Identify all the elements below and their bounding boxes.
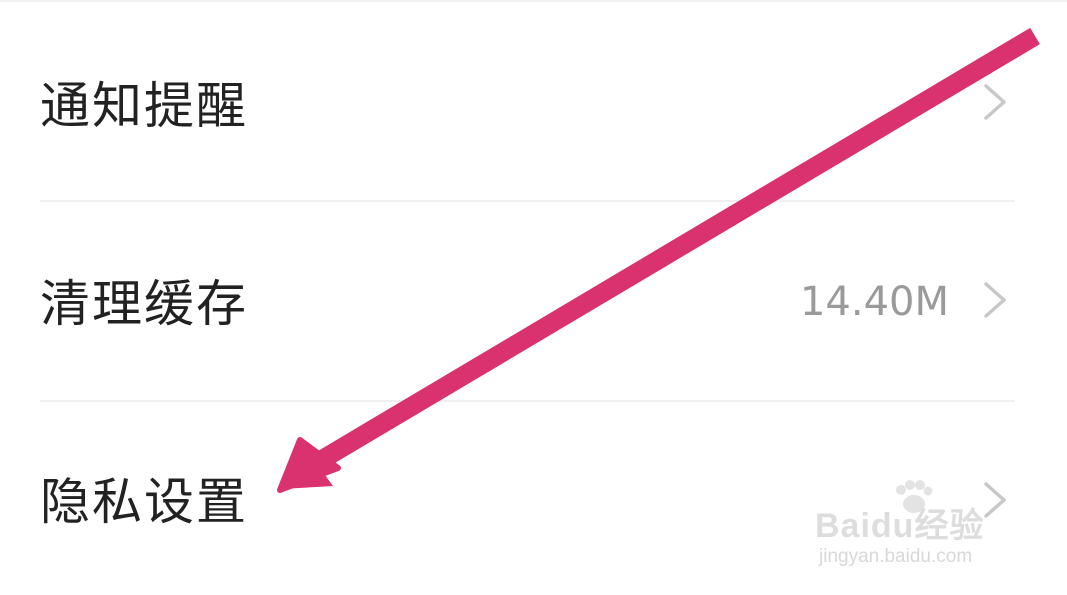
settings-item-label: 清理缓存 — [40, 275, 248, 333]
settings-item-clear-cache[interactable]: 清理缓存 14.40M — [0, 202, 1067, 402]
settings-item-privacy[interactable]: 隐私设置 — [0, 402, 1067, 595]
settings-item-notifications[interactable]: 通知提醒 — [0, 0, 1067, 200]
chevron-right-icon — [984, 482, 1006, 518]
settings-item-label: 隐私设置 — [40, 473, 248, 531]
chevron-right-icon — [984, 84, 1006, 120]
settings-item-label: 通知提醒 — [40, 77, 248, 135]
settings-page: 通知提醒 清理缓存 14.40M 隐私设置 Baidu经验 jingyan.ba… — [0, 0, 1067, 595]
chevron-right-icon — [984, 282, 1006, 318]
cache-size-value: 14.40M — [799, 279, 949, 325]
